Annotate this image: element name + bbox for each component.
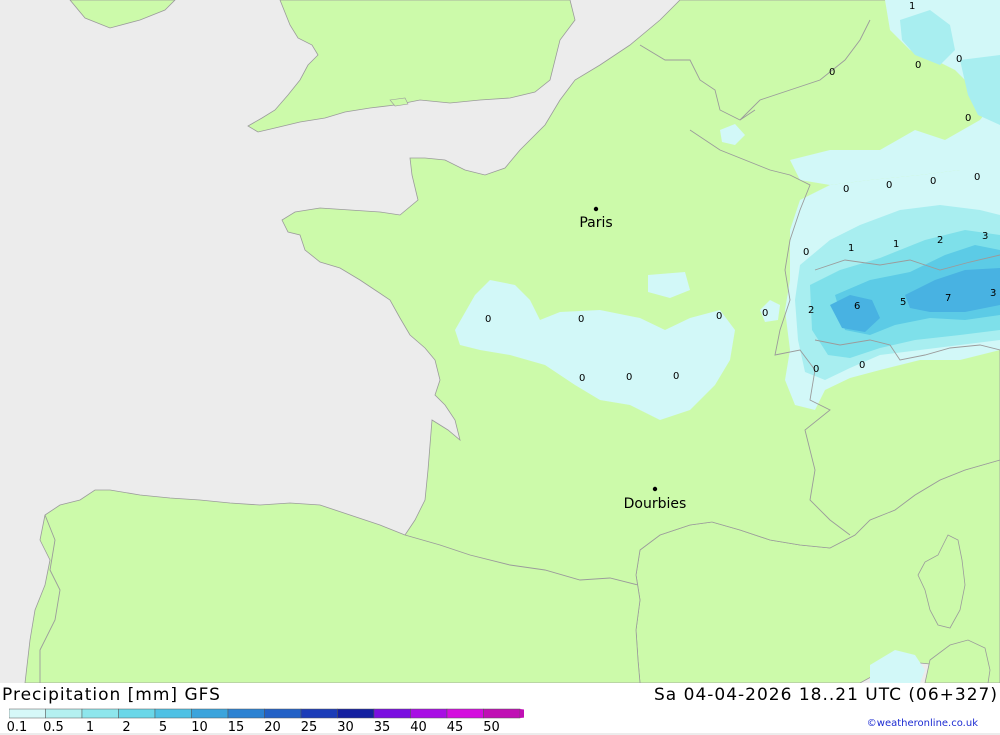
precipitation-map: Paris Dourbies 1 0 0 0 0 0 0 0 0 1 1 2 3… — [0, 0, 1000, 683]
map-title: Precipitation [mm] GFS — [2, 685, 221, 705]
value-label: 0 — [716, 311, 722, 322]
value-label: 0 — [956, 54, 962, 65]
legend-swatch — [410, 708, 448, 719]
value-label: 3 — [990, 288, 996, 299]
legend-swatch — [45, 708, 83, 719]
value-label: 1 — [909, 1, 915, 12]
value-label: 0 — [974, 172, 980, 183]
legend-swatch — [118, 708, 156, 719]
value-label: 0 — [803, 247, 809, 258]
value-label: 0 — [673, 371, 679, 382]
value-label: 0 — [578, 314, 584, 325]
value-label: 0 — [829, 67, 835, 78]
value-label: 1 — [848, 243, 854, 254]
color-legend — [9, 708, 524, 719]
legend-swatch — [373, 708, 411, 719]
legend-arrow — [520, 709, 524, 718]
value-label: 7 — [945, 293, 951, 304]
legend-swatch — [191, 708, 229, 719]
legend-swatch — [154, 708, 192, 719]
valid-time: Sa 04-04-2026 18..21 UTC (06+327) — [654, 685, 998, 705]
legend-swatch — [264, 708, 302, 719]
legend-swatch — [337, 708, 375, 719]
city-label: Dourbies — [624, 496, 687, 512]
value-label: 0 — [965, 113, 971, 124]
value-label: 0 — [886, 180, 892, 191]
value-label: 0 — [579, 373, 585, 384]
value-label: 0 — [843, 184, 849, 195]
value-label: 1 — [893, 239, 899, 250]
legend-swatch — [81, 708, 119, 719]
value-label: 0 — [626, 372, 632, 383]
value-label: 0 — [930, 176, 936, 187]
legend-swatch — [227, 708, 265, 719]
credit-link[interactable]: ©weatheronline.co.uk — [867, 718, 978, 729]
legend-swatch — [446, 708, 484, 719]
value-label: 2 — [937, 235, 943, 246]
value-label: 6 — [854, 301, 860, 312]
legend-swatch — [483, 708, 521, 719]
city-label: Paris — [579, 215, 612, 231]
value-label: 2 — [808, 305, 814, 316]
value-label: 0 — [485, 314, 491, 325]
value-label: 3 — [982, 231, 988, 242]
footer-bar: Precipitation [mm] GFS Sa 04-04-2026 18.… — [0, 683, 1000, 735]
legend-swatch — [300, 708, 338, 719]
value-label: 0 — [813, 364, 819, 375]
value-label: 0 — [859, 360, 865, 371]
value-label: 5 — [900, 297, 906, 308]
value-label: 0 — [762, 308, 768, 319]
legend-swatch — [9, 708, 46, 719]
value-label: 0 — [915, 60, 921, 71]
